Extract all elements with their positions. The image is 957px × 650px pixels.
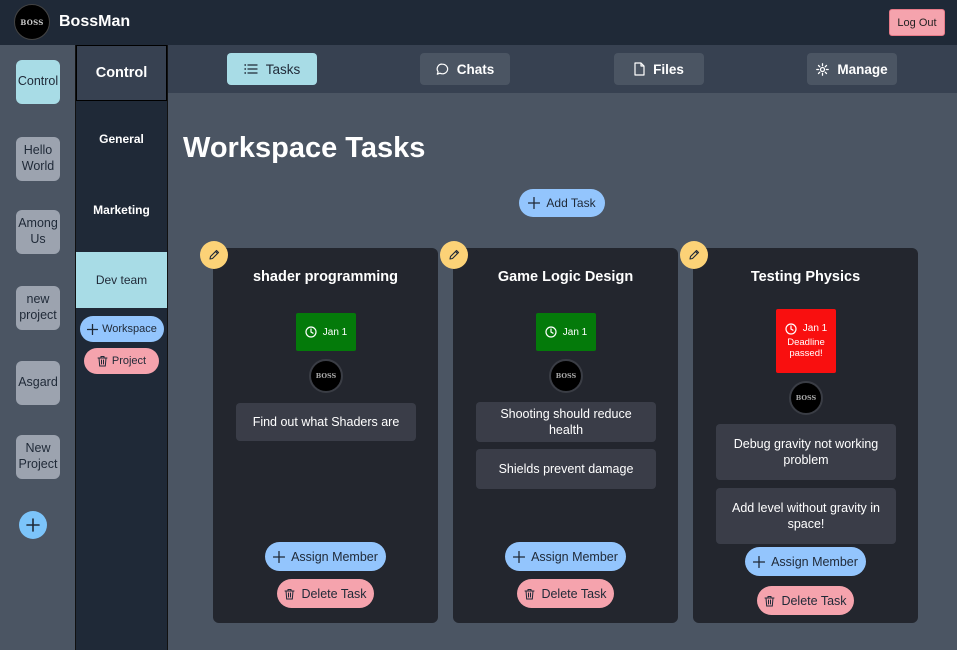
app-logo: BOSS <box>14 4 50 40</box>
projects-sidebar: Control Hello World Among Us new project… <box>0 45 76 650</box>
assign-member-button[interactable]: Assign Member <box>505 542 626 571</box>
avatar-text: BOSS <box>555 372 577 380</box>
assign-member-label: Assign Member <box>771 554 858 569</box>
delete-task-label: Delete Task <box>301 586 367 601</box>
plus-icon <box>87 323 99 335</box>
subtask-item[interactable]: Find out what Shaders are <box>236 403 416 441</box>
project-item-asgard[interactable]: Asgard <box>16 361 60 405</box>
task-title: shader programming <box>252 269 399 285</box>
subtask-item[interactable]: Shooting should reduce health <box>476 402 656 442</box>
add-task-button[interactable]: Add Task <box>519 189 605 217</box>
workspace-item-marketing[interactable]: Marketing <box>76 182 167 238</box>
edit-task-button[interactable] <box>200 241 228 269</box>
pencil-icon <box>449 249 460 260</box>
clock-icon <box>545 326 557 338</box>
tab-chats-label: Chats <box>456 61 495 77</box>
page-title: Workspace Tasks <box>183 132 426 164</box>
plus-icon <box>528 197 541 209</box>
subtask-item[interactable]: Debug gravity not working problem <box>716 424 896 480</box>
assign-member-label: Assign Member <box>531 549 618 564</box>
trash-icon <box>284 588 295 599</box>
trash-icon <box>764 595 775 606</box>
workspace-item-dev-team[interactable]: Dev team <box>76 252 167 308</box>
workspaces-header: Control <box>76 45 167 101</box>
logo-text: BOSS <box>20 17 44 27</box>
list-icon <box>244 64 258 74</box>
project-item-new-project[interactable]: New Project <box>16 435 60 479</box>
tab-tasks-label: Tasks <box>265 61 301 77</box>
deadline-badge: Jan 1 <box>296 313 356 351</box>
gear-icon <box>816 62 830 76</box>
task-title: Game Logic Design <box>497 269 634 285</box>
project-item-control[interactable]: Control <box>16 60 60 104</box>
workspace-item-general[interactable]: General <box>76 111 167 167</box>
delete-task-label: Delete Task <box>781 593 847 608</box>
tab-tasks[interactable]: Tasks <box>227 53 317 85</box>
pencil-icon <box>209 249 220 260</box>
workspaces-sidebar: Control General Marketing Dev team Works… <box>75 45 168 650</box>
delete-task-button[interactable]: Delete Task <box>517 579 614 608</box>
trash-icon <box>524 588 535 599</box>
subtask-item[interactable]: Add level without gravity in space! <box>716 488 896 544</box>
subtask-item[interactable]: Shields prevent damage <box>476 449 656 489</box>
clock-icon <box>305 326 317 338</box>
plus-icon <box>273 550 286 563</box>
assign-member-button[interactable]: Assign Member <box>265 542 386 571</box>
top-bar: BOSS BossMan Log Out <box>0 0 957 45</box>
avatar-text: BOSS <box>315 372 337 380</box>
project-item-new-project-lower[interactable]: new project <box>16 286 60 330</box>
add-workspace-button[interactable]: Workspace <box>80 316 164 342</box>
member-avatar[interactable]: BOSS <box>549 359 583 393</box>
chat-bubble-icon <box>436 63 448 75</box>
task-card: shader programming Jan 1 BOSS Find out w… <box>200 241 438 623</box>
add-project-button[interactable] <box>19 511 47 539</box>
trash-icon <box>97 356 108 367</box>
tab-chats[interactable]: Chats <box>420 53 510 85</box>
task-card: Game Logic Design Jan 1 BOSS Shooting sh… <box>440 241 678 623</box>
deadline-badge: Jan 1 <box>536 313 596 351</box>
tab-bar: Tasks Chats Files Manage <box>168 45 957 93</box>
deadline-date: Jan 1 <box>802 323 828 335</box>
add-task-label: Add Task <box>546 196 596 210</box>
plus-icon <box>753 555 766 568</box>
clock-icon <box>785 323 797 335</box>
plus-icon <box>513 550 526 563</box>
deadline-passed-text: Deadline passed! <box>787 336 825 359</box>
assign-member-button[interactable]: Assign Member <box>745 547 866 576</box>
add-workspace-label: Workspace <box>102 323 157 335</box>
avatar-text: BOSS <box>795 394 817 402</box>
assign-member-label: Assign Member <box>291 549 378 564</box>
plus-icon <box>26 518 40 532</box>
member-avatar[interactable]: BOSS <box>789 381 823 415</box>
edit-task-button[interactable] <box>440 241 468 269</box>
project-item-among-us[interactable]: Among Us <box>16 210 60 254</box>
tab-files-label: Files <box>653 61 684 77</box>
delete-task-label: Delete Task <box>541 586 607 601</box>
deadline-badge-overdue: Jan 1 Deadline passed! <box>776 309 836 373</box>
member-avatar[interactable]: BOSS <box>309 359 343 393</box>
project-item-hello-world[interactable]: Hello World <box>16 137 60 181</box>
tab-manage-label: Manage <box>837 61 888 77</box>
delete-project-button[interactable]: Project <box>84 348 159 374</box>
tab-manage[interactable]: Manage <box>807 53 897 85</box>
delete-task-button[interactable]: Delete Task <box>757 586 854 615</box>
pencil-icon <box>689 249 700 260</box>
logout-button[interactable]: Log Out <box>889 9 945 36</box>
file-icon <box>634 62 645 76</box>
deadline-date: Jan 1 <box>322 326 348 338</box>
task-title: Testing Physics <box>750 269 861 285</box>
deadline-date: Jan 1 <box>562 326 588 338</box>
delete-task-button[interactable]: Delete Task <box>277 579 374 608</box>
task-card: Testing Physics Jan 1 Deadline passed! B… <box>680 241 918 623</box>
tab-files[interactable]: Files <box>614 53 704 85</box>
app-name: BossMan <box>59 13 131 30</box>
edit-task-button[interactable] <box>680 241 708 269</box>
delete-project-label: Project <box>111 355 147 367</box>
